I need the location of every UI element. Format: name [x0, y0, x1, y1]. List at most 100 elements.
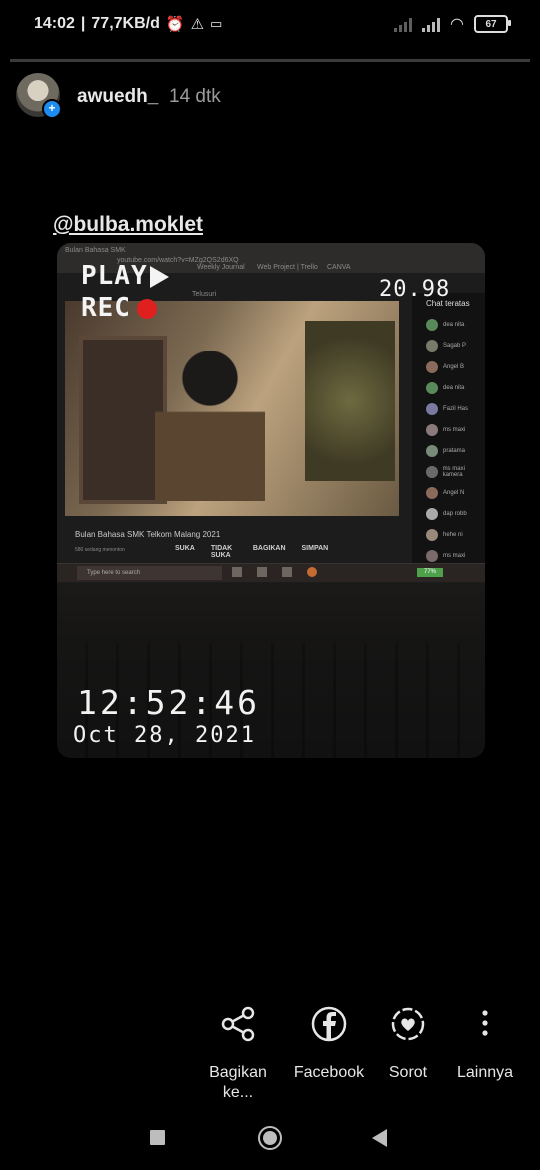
more-label: Lainnya [456, 1064, 514, 1081]
chat-name: dea nita [443, 384, 465, 391]
status-time: 14:02 [34, 15, 75, 32]
chat-row: dea nita [412, 314, 485, 335]
browser-tab: Bulan Bahasa SMK [65, 247, 126, 254]
chat-row: pratama [412, 440, 485, 461]
video-actions: SUKA TIDAK SUKA BAGIKAN SIMPAN [175, 545, 328, 559]
chat-row: ms maxi [412, 419, 485, 440]
chat-avatar-icon [426, 339, 438, 352]
video-views: 580 sedang menonton [75, 547, 125, 553]
vhs-rec-label: REC [81, 293, 157, 323]
taskbar-icon [232, 567, 242, 577]
taskbar-battery: 77% [417, 568, 443, 577]
chat-name: pratama [443, 447, 466, 454]
vhs-play-label: PLAY [81, 261, 169, 291]
chat-name: hehe ni [443, 531, 463, 538]
username[interactable]: awuedh_ [77, 86, 158, 108]
video-tree [305, 321, 395, 481]
signal-icon-sim1 [394, 16, 413, 32]
taskbar-icon [282, 567, 292, 577]
facebook-label: Facebook [293, 1064, 365, 1081]
status-bar: 14:02 | 77,7KB/d ⏰ ⚠ ▭ ◠ 67 [0, 0, 540, 50]
laptop-icon: ▭ [210, 16, 223, 31]
chat-avatar-icon [426, 381, 438, 394]
alarm-icon: ⏰ [165, 16, 185, 33]
time-ago: 14 dtk [169, 86, 221, 107]
live-chat-panel: Chat teratas dea nita Sagab P Angel Bdea n… [412, 293, 485, 563]
chat-avatar-icon [426, 549, 438, 562]
warning-icon: ⚠ [190, 16, 205, 33]
more-vertical-icon [482, 1010, 488, 1036]
wifi-icon: ◠ [450, 16, 464, 33]
windows-taskbar: Type here to search 77% [57, 563, 485, 582]
video-person [155, 351, 265, 501]
network-speed: 77,7KB/d [91, 15, 160, 32]
chat-name: dap robb [443, 510, 467, 517]
avatar[interactable]: + [16, 73, 62, 119]
taskbar-search: Type here to search [77, 566, 222, 580]
chat-row: dap robb [412, 503, 485, 524]
circle-icon[interactable] [258, 1126, 282, 1150]
highlight-button[interactable]: Sorot [368, 1004, 448, 1083]
video-title: Bulan Bahasa SMK Telkom Malang 2021 [75, 530, 221, 539]
highlight-icon [391, 1007, 425, 1041]
chat-name: dea nita [443, 321, 465, 328]
taskbar-icon [307, 567, 317, 577]
facebook-icon [311, 1006, 347, 1042]
status-divider: | [80, 15, 86, 32]
chat-name: ms maxi [443, 426, 466, 433]
signal-icon-sim2 [422, 16, 441, 32]
bookmark-3: CANVA [327, 264, 351, 271]
chat-row: Fazil Has [412, 398, 485, 419]
play-icon [149, 265, 169, 288]
share-label: BAGIKAN [252, 545, 286, 552]
story-photo: Bulan Bahasa SMK youtube.com/watch?v=MZg… [57, 243, 485, 758]
story-progress-bar [10, 59, 530, 62]
battery-icon: 67 [474, 15, 511, 33]
bookmark-1: Weekly Journal [197, 264, 245, 271]
mention-tag[interactable]: @bulba.moklet [53, 213, 203, 237]
chat-avatar-icon [426, 486, 438, 499]
more-button[interactable]: Lainnya [445, 1004, 525, 1083]
chat-avatar-icon [426, 444, 438, 457]
triangle-back-icon[interactable] [372, 1129, 387, 1147]
chat-row: Sagab P [412, 335, 485, 356]
chat-row: Angel B [412, 356, 485, 377]
vhs-clock: 12:52:46 [77, 683, 260, 722]
share-icon [221, 1006, 255, 1042]
record-dot-icon [136, 298, 157, 319]
vhs-counter: 20.98 [379, 277, 451, 302]
youtube-search: Telusuri [192, 291, 217, 298]
dislike-label: TIDAK SUKA [210, 545, 233, 559]
vhs-date: Oct 28, 2021 [73, 723, 256, 748]
share-button[interactable]: Bagikan ke... [198, 1004, 278, 1103]
video-window [79, 336, 167, 504]
chat-avatar-icon [426, 507, 438, 520]
chat-name: Sagab P [443, 342, 467, 349]
share-label: Bagikan ke... [209, 1064, 267, 1101]
save-label: SIMPAN [301, 545, 329, 552]
chat-avatar-icon [426, 360, 438, 373]
chat-name: ms maxi [443, 552, 466, 559]
add-icon: + [42, 99, 62, 119]
navigation-bar [0, 1110, 540, 1170]
bookmark-2: Web Project | Trello [257, 264, 318, 271]
highlight-label: Sorot [388, 1064, 428, 1081]
chat-avatar-icon [426, 423, 438, 436]
chat-name: ms maxi kamera [442, 465, 465, 478]
facebook-button[interactable]: Facebook [289, 1004, 369, 1083]
chat-name: Angel N [443, 489, 465, 496]
chat-avatar-icon [426, 465, 438, 478]
chat-avatar-icon [426, 528, 438, 541]
like-label: SUKA [175, 545, 195, 552]
video-frame [65, 301, 399, 516]
taskbar-icon [257, 567, 267, 577]
chat-name: Fazil Has [443, 405, 469, 412]
square-icon[interactable] [150, 1130, 165, 1145]
chat-avatar-icon [426, 318, 438, 331]
chat-row: hehe ni [412, 524, 485, 545]
story-actions: Bagikan ke... Facebook Sorot Lainnya [0, 1004, 540, 1104]
chat-row: ms maxi kamera [412, 461, 485, 482]
chat-avatar-icon [426, 402, 438, 415]
chat-row: Angel N [412, 482, 485, 503]
chat-row: dea nita [412, 377, 485, 398]
